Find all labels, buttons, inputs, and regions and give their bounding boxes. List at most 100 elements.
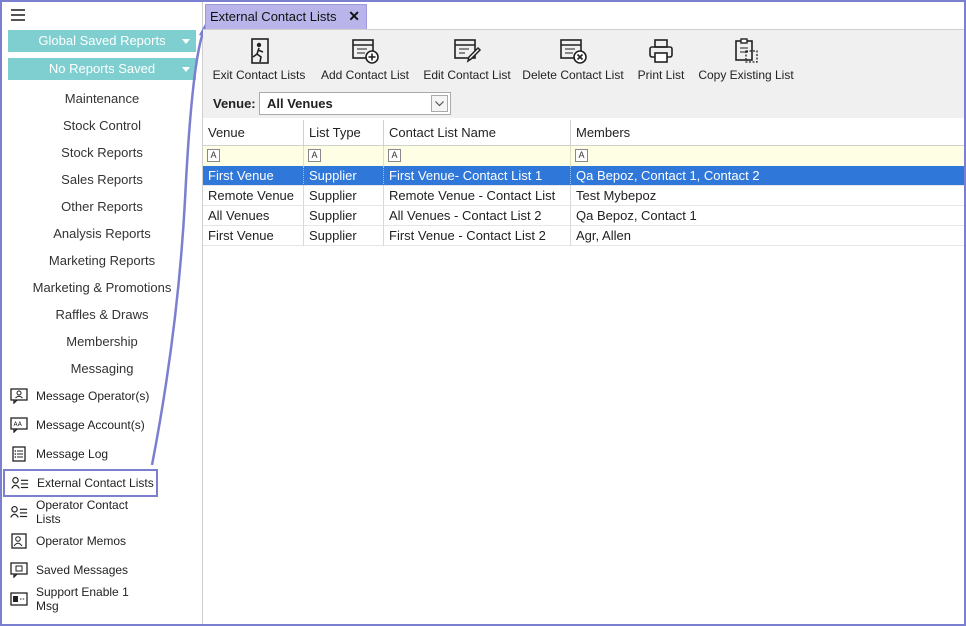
filter-icon[interactable]: A bbox=[308, 149, 321, 162]
filter-icon[interactable]: A bbox=[207, 149, 220, 162]
contact-list-icon bbox=[11, 475, 29, 491]
sidebar-item-label: External Contact Lists bbox=[37, 476, 154, 490]
delete-contact-list-button[interactable]: Delete Contact List bbox=[519, 34, 627, 82]
exit-icon bbox=[211, 34, 307, 68]
contact-lists-grid: Venue List Type Contact List Name Member… bbox=[203, 120, 964, 620]
copy-existing-list-button[interactable]: Copy Existing List bbox=[695, 34, 797, 82]
cell-members: Qa Bepoz, Contact 1, Contact 2 bbox=[571, 166, 964, 186]
menu-raffles-draws[interactable]: Raffles & Draws bbox=[2, 307, 202, 322]
filter-cell-contact-list-name[interactable]: A bbox=[384, 146, 571, 166]
dropdown-label: Global Saved Reports bbox=[38, 33, 166, 48]
sidebar-item-saved-messages[interactable]: Saved Messages bbox=[4, 557, 154, 583]
sidebar-item-label: Operator Memos bbox=[36, 534, 127, 548]
menu-marketing-promotions[interactable]: Marketing & Promotions bbox=[2, 280, 202, 295]
support-icon bbox=[10, 591, 28, 607]
venue-label: Venue: bbox=[213, 96, 256, 111]
venue-select[interactable]: All Venues bbox=[259, 92, 451, 115]
menu-stock-control[interactable]: Stock Control bbox=[2, 118, 202, 133]
menu-maintenance[interactable]: Maintenance bbox=[2, 91, 202, 106]
button-label: Exit Contact Lists bbox=[212, 68, 306, 82]
button-label: Add Contact List bbox=[320, 68, 410, 82]
memo-icon bbox=[10, 533, 28, 549]
sidebar-item-message-operators[interactable]: Message Operator(s) bbox=[4, 383, 154, 409]
column-header-members[interactable]: Members bbox=[571, 120, 964, 146]
toolbar: Exit Contact Lists Add Contact List Edit… bbox=[203, 30, 964, 90]
chevron-down-icon bbox=[182, 67, 190, 72]
edit-list-icon bbox=[419, 34, 515, 68]
table-row[interactable]: Remote Venue Supplier Remote Venue - Con… bbox=[203, 186, 964, 206]
copy-list-icon bbox=[695, 34, 797, 68]
column-header-venue[interactable]: Venue bbox=[203, 120, 304, 146]
contact-list-icon bbox=[10, 504, 28, 520]
cell-contact-list-name: First Venue - Contact List 2 bbox=[384, 226, 571, 246]
account-message-icon: AA bbox=[10, 417, 28, 433]
table-row[interactable]: First Venue Supplier First Venue- Contac… bbox=[203, 166, 964, 186]
filter-cell-venue[interactable]: A bbox=[203, 146, 304, 166]
button-label: Print List bbox=[637, 68, 685, 82]
exit-contact-lists-button[interactable]: Exit Contact Lists bbox=[211, 34, 307, 82]
tab-external-contact-lists[interactable]: External Contact Lists ✕ bbox=[205, 4, 367, 30]
table-row[interactable]: First Venue Supplier First Venue - Conta… bbox=[203, 226, 964, 246]
delete-list-icon bbox=[519, 34, 627, 68]
venue-filter-bar: Venue: All Venues bbox=[203, 90, 964, 118]
cell-list-type: Supplier bbox=[304, 166, 384, 186]
saved-message-icon bbox=[10, 562, 28, 578]
filter-icon[interactable]: A bbox=[388, 149, 401, 162]
cell-venue: All Venues bbox=[203, 206, 304, 226]
cell-members: Test Mybepoz bbox=[571, 186, 964, 206]
cell-list-type: Supplier bbox=[304, 226, 384, 246]
cell-list-type: Supplier bbox=[304, 186, 384, 206]
sidebar-item-operator-contact-lists[interactable]: Operator Contact Lists bbox=[4, 498, 154, 526]
close-icon[interactable]: ✕ bbox=[348, 8, 360, 25]
button-label: Edit Contact List bbox=[423, 68, 511, 82]
table-row[interactable]: All Venues Supplier All Venues - Contact… bbox=[203, 206, 964, 226]
column-header-contact-list-name[interactable]: Contact List Name bbox=[384, 120, 571, 146]
menu-marketing-reports[interactable]: Marketing Reports bbox=[2, 253, 202, 268]
sidebar-item-message-log[interactable]: Message Log bbox=[4, 441, 154, 467]
menu-other-reports[interactable]: Other Reports bbox=[2, 199, 202, 214]
print-list-button[interactable]: Print List bbox=[633, 34, 689, 82]
tab-title: External Contact Lists bbox=[210, 9, 337, 24]
saved-reports-dropdown[interactable]: No Reports Saved bbox=[8, 58, 196, 80]
log-icon bbox=[10, 446, 28, 462]
filter-cell-list-type[interactable]: A bbox=[304, 146, 384, 166]
sidebar-item-label: Saved Messages bbox=[36, 563, 129, 577]
cell-venue: First Venue bbox=[203, 166, 304, 186]
venue-selected-value: All Venues bbox=[267, 96, 333, 111]
menu-membership[interactable]: Membership bbox=[2, 334, 202, 349]
sidebar-item-label: Operator Contact Lists bbox=[36, 498, 129, 526]
global-saved-reports-dropdown[interactable]: Global Saved Reports bbox=[8, 30, 196, 52]
chevron-down-icon[interactable] bbox=[431, 95, 448, 112]
cell-list-type: Supplier bbox=[304, 206, 384, 226]
menu-messaging[interactable]: Messaging bbox=[2, 361, 202, 376]
chevron-down-icon bbox=[182, 39, 190, 44]
menu-stock-reports[interactable]: Stock Reports bbox=[2, 145, 202, 160]
column-header-list-type[interactable]: List Type bbox=[304, 120, 384, 146]
svg-text:AA: AA bbox=[14, 421, 23, 428]
menu-sales-reports[interactable]: Sales Reports bbox=[2, 172, 202, 187]
cell-members: Qa Bepoz, Contact 1 bbox=[571, 206, 964, 226]
menu-analysis-reports[interactable]: Analysis Reports bbox=[2, 226, 202, 241]
sidebar-item-support-enable[interactable]: Support Enable 1 Msg bbox=[4, 585, 154, 613]
menu-icon[interactable] bbox=[11, 9, 25, 21]
button-label: Copy Existing List bbox=[698, 68, 794, 82]
cell-contact-list-name: First Venue- Contact List 1 bbox=[384, 166, 571, 186]
add-list-icon bbox=[317, 34, 413, 68]
cell-venue: Remote Venue bbox=[203, 186, 304, 206]
sidebar: Global Saved Reports No Reports Saved Ma… bbox=[2, 2, 203, 624]
button-label: Delete Contact List bbox=[522, 68, 624, 82]
sidebar-item-external-contact-lists[interactable]: External Contact Lists bbox=[3, 469, 158, 497]
filter-cell-members[interactable]: A bbox=[571, 146, 964, 166]
cell-contact-list-name: All Venues - Contact List 2 bbox=[384, 206, 571, 226]
sidebar-item-label: Support Enable 1 Msg bbox=[36, 585, 129, 613]
sidebar-item-message-accounts[interactable]: AA Message Account(s) bbox=[4, 412, 154, 438]
cell-venue: First Venue bbox=[203, 226, 304, 246]
edit-contact-list-button[interactable]: Edit Contact List bbox=[419, 34, 515, 82]
filter-icon[interactable]: A bbox=[575, 149, 588, 162]
cell-members: Agr, Allen bbox=[571, 226, 964, 246]
sidebar-item-operator-memos[interactable]: Operator Memos bbox=[4, 528, 154, 554]
add-contact-list-button[interactable]: Add Contact List bbox=[317, 34, 413, 82]
cell-contact-list-name: Remote Venue - Contact List bbox=[384, 186, 571, 206]
sidebar-item-label: Message Operator(s) bbox=[36, 389, 150, 403]
dropdown-label: No Reports Saved bbox=[48, 61, 156, 76]
